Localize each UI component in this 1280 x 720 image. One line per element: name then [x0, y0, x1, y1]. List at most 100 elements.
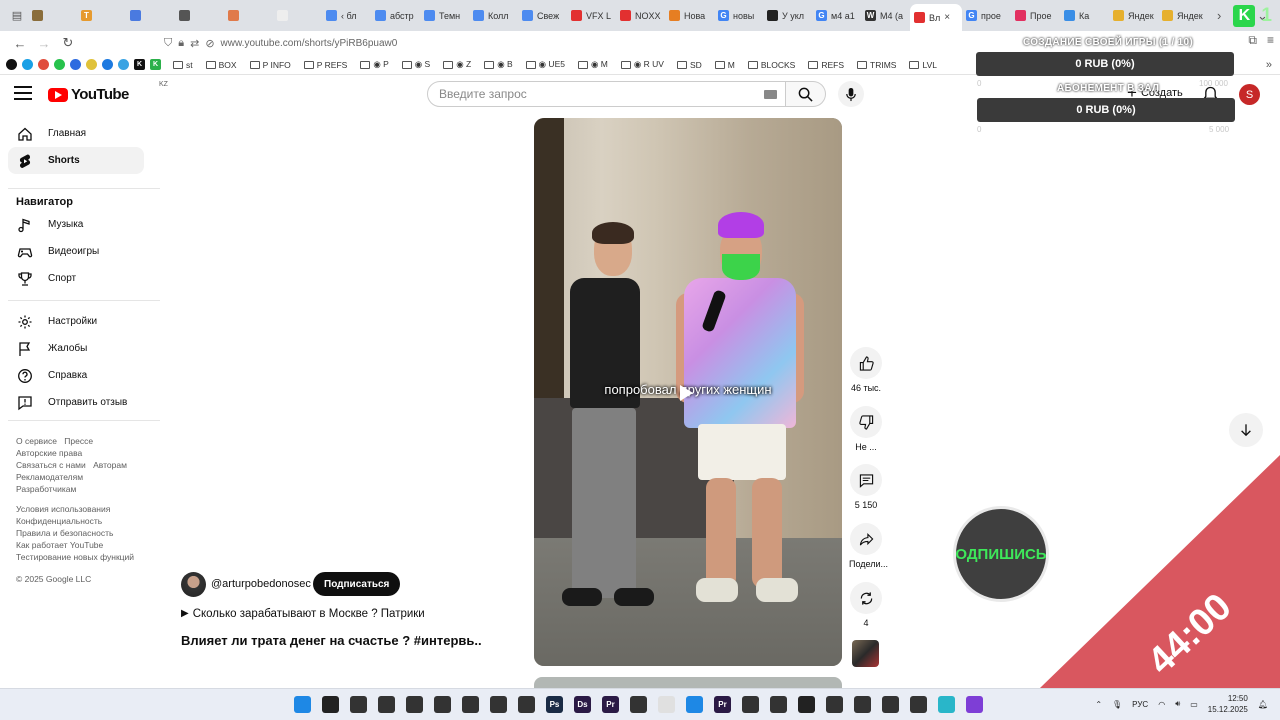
bookmark-icon[interactable] — [102, 59, 113, 70]
browser-tab[interactable]: W M4 (а — [861, 4, 910, 28]
short-title[interactable]: Влияет ли трата денег на счастье ? #инте… — [181, 633, 481, 648]
channel-name[interactable]: @arturpobedonosec — [211, 578, 311, 590]
photoshop-icon[interactable]: Ps — [546, 696, 563, 713]
browser-tab[interactable]: Т — [77, 4, 126, 28]
browser-tab[interactable] — [126, 4, 175, 28]
site-settings-icon[interactable]: ⇄ — [190, 37, 199, 50]
designer-icon[interactable]: Ds — [574, 696, 591, 713]
app-icon[interactable] — [434, 696, 451, 713]
browser-tab[interactable]: VFX L — [567, 4, 616, 28]
comments-button[interactable]: 5 150 — [849, 464, 883, 510]
bookmark-folder[interactable]: SD — [676, 60, 702, 70]
tab-scroll-right-icon[interactable]: › — [1217, 8, 1221, 23]
menu-icon[interactable]: ≡ — [1267, 33, 1274, 48]
browser-tab[interactable]: Колл — [469, 4, 518, 28]
bookmark-folder[interactable]: ◉ S — [401, 59, 430, 70]
footer-link[interactable]: Связаться с нами — [16, 460, 86, 470]
wifi-icon[interactable]: ◠ — [1158, 700, 1165, 709]
app-icon[interactable] — [462, 696, 479, 713]
menu-hamburger-icon[interactable] — [14, 86, 32, 100]
bookmark-folder[interactable]: BOX — [205, 60, 237, 70]
browser-tab[interactable]: Прое — [1011, 4, 1060, 28]
browser-tab[interactable]: Gм4 а1 — [812, 4, 861, 28]
footer-link[interactable]: Правила и безопасность — [16, 528, 113, 538]
footer-link[interactable]: Авторам — [93, 460, 127, 470]
obs-icon[interactable] — [910, 696, 927, 713]
tracking-icon[interactable]: ⊘ — [205, 37, 214, 50]
extensions-icon[interactable]: ⧉ — [1248, 33, 1257, 48]
bookmark-folder[interactable]: ◉ Z — [443, 59, 471, 70]
app-icon[interactable] — [406, 696, 423, 713]
app-icon[interactable] — [826, 696, 843, 713]
browser-tab[interactable]: абстр — [371, 4, 420, 28]
sidebar-item-feedback[interactable]: Отправить отзыв — [8, 389, 144, 416]
sound-thumbnail[interactable] — [852, 640, 879, 667]
subscribe-button[interactable]: Подписаться — [313, 572, 401, 596]
app-icon[interactable] — [742, 696, 759, 713]
next-short-button[interactable] — [1229, 413, 1263, 447]
shield-icon[interactable]: ⛉ — [164, 37, 172, 50]
sidebar-item-gear[interactable]: Настройки — [8, 308, 144, 335]
bookmark-folder[interactable]: REFS — [808, 60, 844, 70]
playlist-link[interactable]: ▶ Сколько зарабатывают в Москве ? Патрик… — [181, 608, 425, 620]
footer-link[interactable]: Разработчикам — [16, 484, 76, 494]
bookmark-icon[interactable] — [86, 59, 97, 70]
volume-icon[interactable]: 🔊︎ — [1175, 699, 1180, 709]
browser-tab[interactable]: Темн — [420, 4, 469, 28]
app-icon[interactable] — [378, 696, 395, 713]
tab-close-icon[interactable]: × — [944, 12, 950, 23]
back-icon[interactable]: ← — [8, 33, 32, 53]
app-icon[interactable] — [770, 696, 787, 713]
spotify-icon[interactable] — [798, 696, 815, 713]
bookmark-icon[interactable] — [6, 59, 17, 70]
bookmark-k-icon[interactable]: K — [134, 59, 145, 70]
bookmark-folder[interactable]: ◉ B — [484, 59, 513, 70]
app-icon[interactable] — [518, 696, 535, 713]
sidebar-item-home[interactable]: Главная — [8, 120, 144, 147]
footer-link[interactable]: Авторские права — [16, 448, 82, 458]
youtube-logo[interactable]: YouTube KZ — [48, 81, 168, 103]
browser-icon[interactable] — [658, 696, 675, 713]
bookmark-folder[interactable]: LVL — [909, 60, 937, 70]
dislike-button[interactable]: Не ... — [849, 406, 883, 452]
footer-link[interactable]: Рекламодателям — [16, 472, 83, 482]
share-button[interactable]: Подели... — [849, 523, 888, 569]
keyboard-icon[interactable] — [764, 90, 777, 99]
footer-link[interactable]: Тестирование новых функций — [16, 552, 134, 562]
voice-search-button[interactable] — [838, 81, 864, 107]
browser-tab[interactable]: У укл — [763, 4, 812, 28]
bookmark-folder[interactable]: ◉ UE5 — [525, 59, 565, 70]
sidebar-item-shorts[interactable]: Shorts — [8, 147, 144, 174]
remix-button[interactable]: 4 — [849, 582, 883, 628]
footer-link[interactable]: Условия использования — [16, 504, 110, 514]
bookmark-icon[interactable] — [38, 59, 49, 70]
bookmark-k-icon[interactable]: K — [150, 59, 161, 70]
browser-tab[interactable] — [28, 4, 77, 28]
vscode-icon[interactable] — [686, 696, 703, 713]
browser-tab[interactable]: Нова — [665, 4, 714, 28]
browser-tab[interactable]: Вл × — [910, 4, 962, 31]
browser-tab[interactable]: Gновы — [714, 4, 763, 28]
sidebar-item-flag[interactable]: Жалобы — [8, 335, 144, 362]
app-icon[interactable] — [966, 696, 983, 713]
account-avatar[interactable]: S — [1239, 84, 1260, 105]
language-indicator[interactable]: РУС — [1132, 700, 1148, 709]
play-icon[interactable] — [680, 385, 693, 401]
bookmark-folder[interactable]: BLOCKS — [747, 60, 795, 70]
taskview-icon[interactable] — [322, 696, 339, 713]
footer-link[interactable]: Прессе — [64, 436, 93, 446]
bookmarks-more-icon[interactable]: » — [1266, 59, 1272, 71]
browser-tab[interactable]: Яндек — [1158, 4, 1207, 28]
bookmark-icon[interactable] — [54, 59, 65, 70]
footer-link[interactable]: Конфиденциальность — [16, 516, 102, 526]
search-button[interactable] — [786, 81, 826, 107]
sidebar-item-help[interactable]: Справка — [8, 362, 144, 389]
app-icon[interactable] — [882, 696, 899, 713]
app-icon[interactable] — [938, 696, 955, 713]
browser-tab[interactable]: Ка — [1060, 4, 1109, 28]
address-bar[interactable]: ⛉ 🔒︎ ⇄ ⊘ www.youtube.com/shorts/yPiRB6pu… — [164, 37, 397, 50]
app-icon[interactable] — [630, 696, 647, 713]
browser-tab[interactable] — [175, 4, 224, 28]
sidebar-item-trophy[interactable]: Спорт — [8, 265, 144, 292]
footer-link[interactable]: Как работает YouTube — [16, 540, 103, 550]
